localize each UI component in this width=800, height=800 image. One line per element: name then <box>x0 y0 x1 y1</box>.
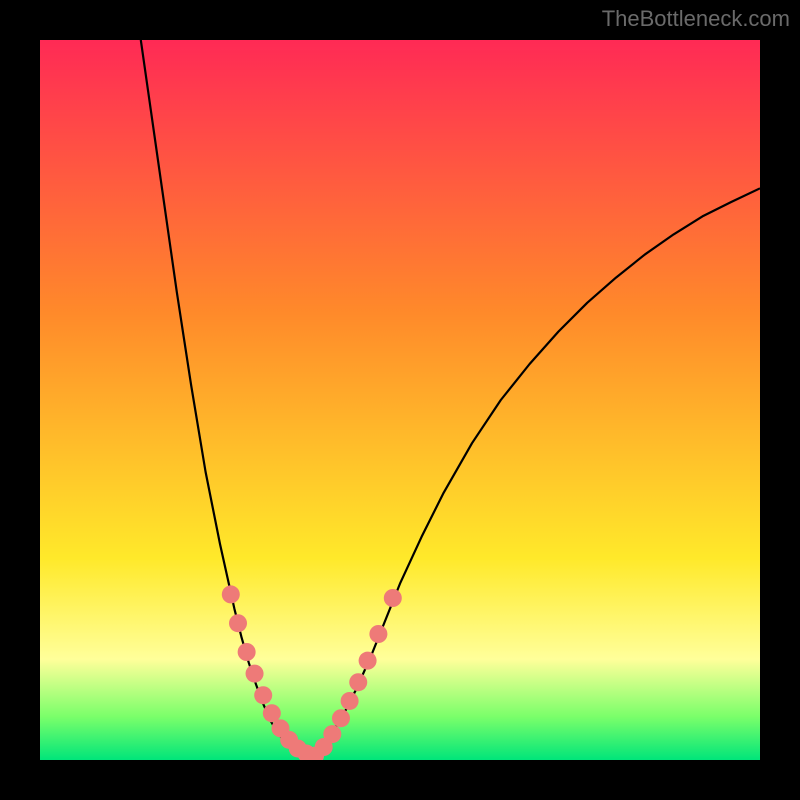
marker-point <box>263 704 281 722</box>
marker-point <box>222 585 240 603</box>
marker-point <box>369 625 387 643</box>
marker-point <box>349 673 367 691</box>
curve-layer <box>141 40 760 758</box>
marker-point <box>323 725 341 743</box>
marker-point <box>341 692 359 710</box>
watermark-text: TheBottleneck.com <box>602 6 790 32</box>
marker-point <box>359 652 377 670</box>
marker-point <box>254 686 272 704</box>
marker-point <box>238 643 256 661</box>
plot-svg <box>40 40 760 760</box>
curve-right-arm <box>306 188 760 758</box>
marker-point <box>246 665 264 683</box>
curve-left-arm <box>141 40 307 758</box>
marker-point <box>384 589 402 607</box>
chart-frame: TheBottleneck.com <box>0 0 800 800</box>
marker-point <box>332 709 350 727</box>
marker-point <box>229 614 247 632</box>
marker-layer <box>222 585 402 760</box>
